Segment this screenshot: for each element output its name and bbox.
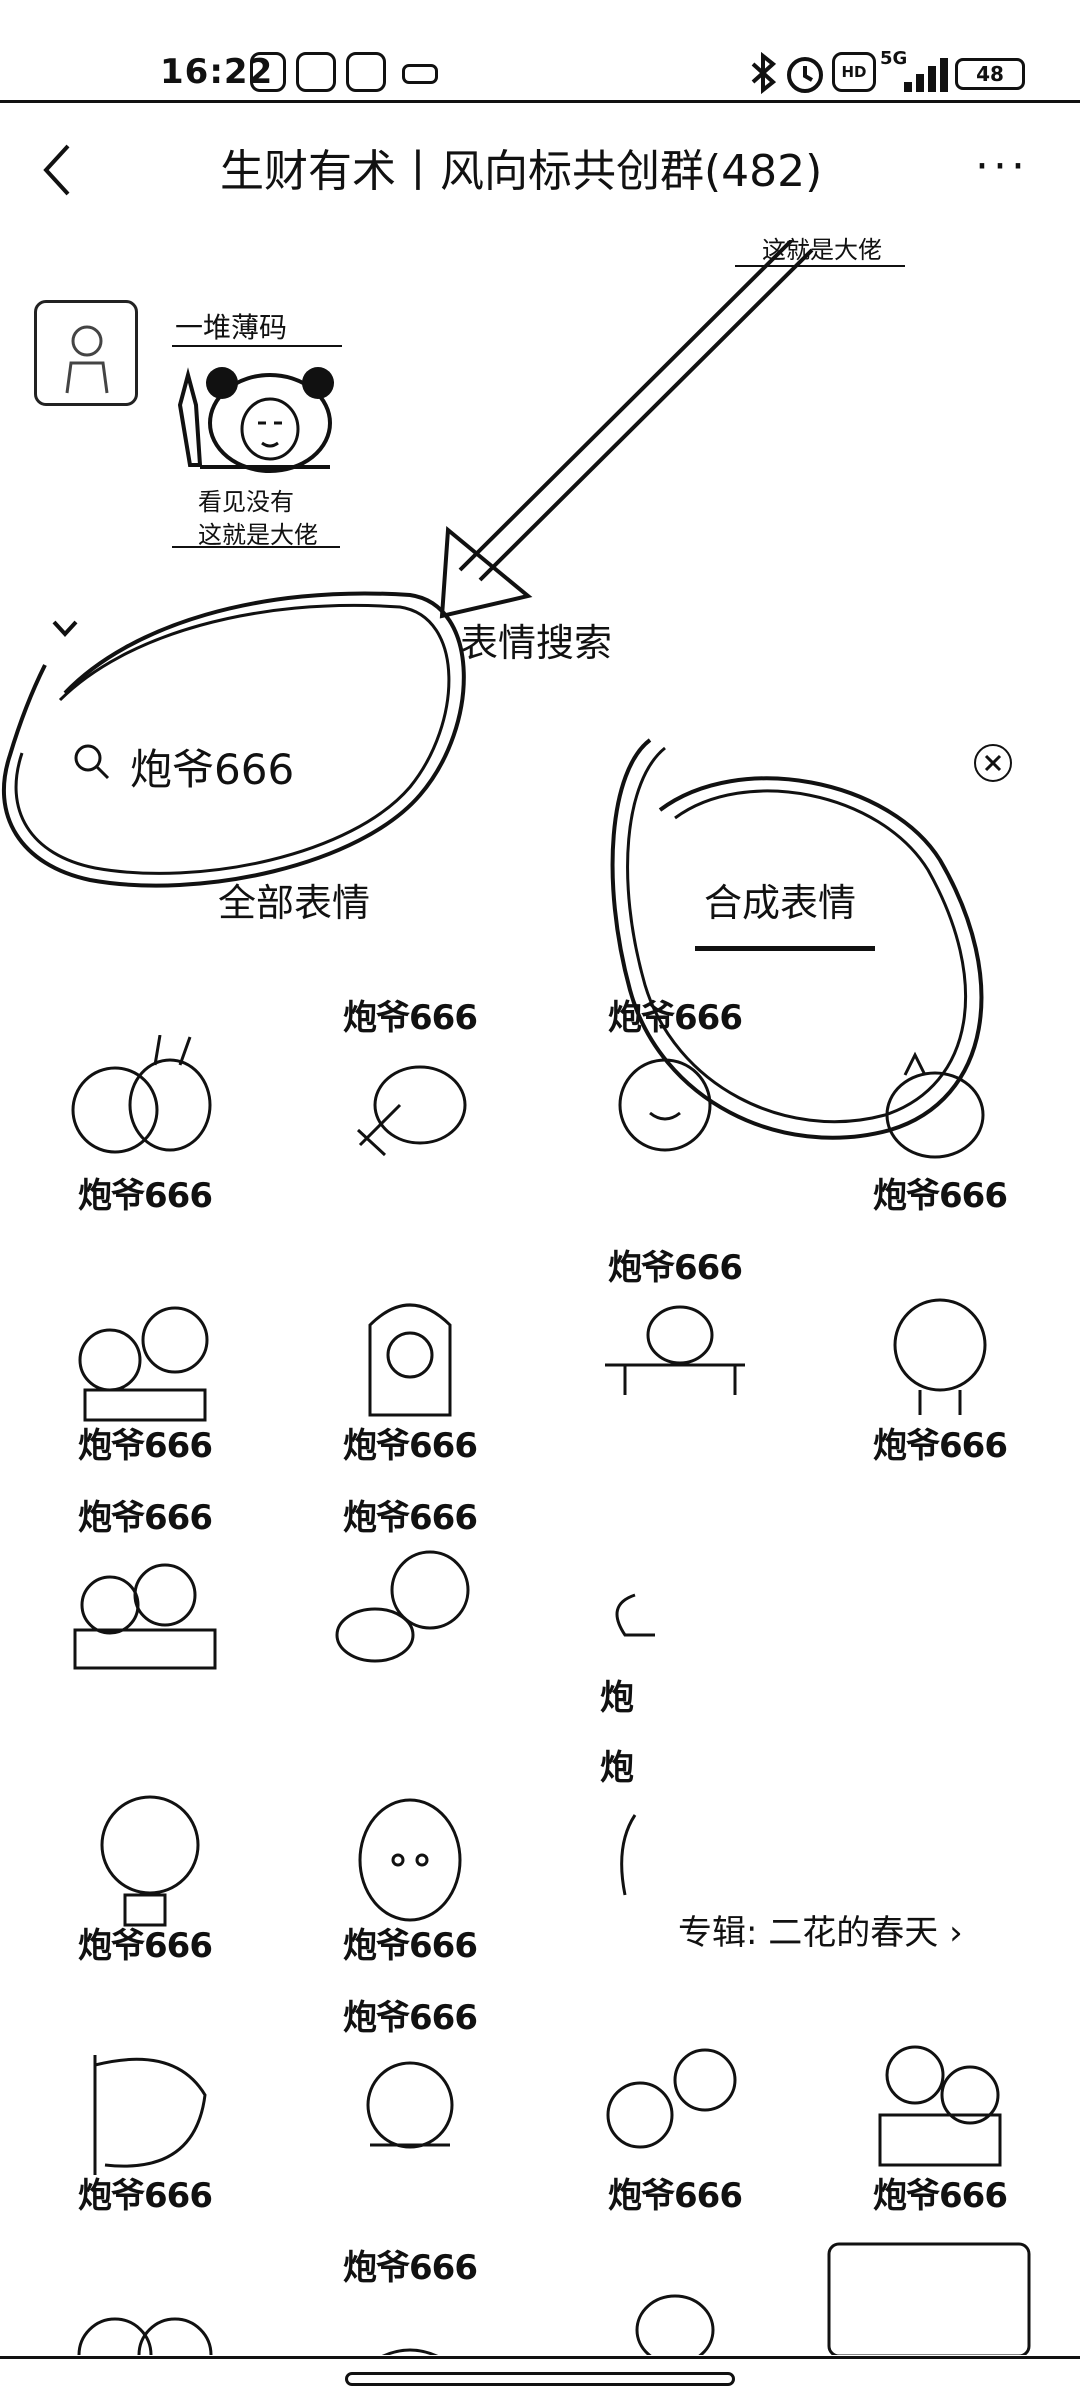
sticker-grid: 炮爷666 炮爷666 炮爷666 炮爷666 炮爷666 炮爷666 炮爷66…	[0, 990, 1080, 2355]
sticker-11[interactable]: 炮	[560, 1490, 790, 1720]
sticker-16-caption: 炮爷666	[343, 1998, 478, 2038]
sticker-1[interactable]: 炮爷666	[30, 990, 260, 1220]
sticker-22[interactable]	[825, 2240, 1055, 2355]
sticker-7-caption: 炮爷666	[608, 1248, 743, 1288]
search-icon	[74, 744, 110, 780]
sticker-10-caption: 炮爷666	[343, 1498, 478, 1538]
sticker-17-caption: 炮爷666	[608, 2176, 743, 2216]
caption-underline	[172, 546, 340, 548]
sticker-8-caption: 炮爷666	[873, 1426, 1008, 1466]
sticker-12-caption: 炮爷666	[78, 1926, 213, 1966]
sticker-13-caption: 炮爷666	[343, 1926, 478, 1966]
sticker-4[interactable]: 炮爷666	[825, 990, 1055, 1220]
sticker-7[interactable]: 炮爷666	[560, 1240, 790, 1470]
sticker-2-caption: 炮爷666	[343, 998, 478, 1038]
sticker-21[interactable]	[560, 2240, 790, 2355]
sticker-12[interactable]: 炮爷666	[30, 1740, 260, 1970]
notification-icon	[250, 52, 286, 92]
clear-search-icon[interactable]	[972, 742, 1014, 784]
chat-title: 生财有术丨风向标共创群(482)	[220, 146, 823, 197]
panel-title: 表情搜索	[460, 621, 613, 665]
sticker-5-caption: 炮爷666	[78, 1426, 213, 1466]
app-notification-icon	[296, 52, 336, 92]
sticker-18[interactable]: 炮爷666	[825, 1990, 1055, 2220]
message-notification-icon	[346, 52, 386, 92]
sticker-18-caption: 炮爷666	[873, 2176, 1008, 2216]
sticker-19[interactable]	[30, 2240, 260, 2355]
home-indicator[interactable]	[345, 2372, 735, 2386]
alarm-icon	[787, 57, 823, 93]
status-divider	[0, 100, 1080, 103]
sticker-6[interactable]: 炮爷666	[295, 1240, 525, 1470]
avatar[interactable]	[34, 300, 138, 406]
sticker-17[interactable]: 炮爷666	[560, 1990, 790, 2220]
tab-all-stickers[interactable]: 全部表情	[218, 872, 370, 927]
sticker-5[interactable]: 炮爷666	[30, 1240, 260, 1470]
sticker-20[interactable]: 炮爷666	[295, 2240, 525, 2355]
search-input[interactable]: 炮爷666	[130, 736, 294, 797]
sticker-4-caption: 炮爷666	[873, 1176, 1008, 1216]
bottom-divider	[0, 2356, 1080, 2359]
sticker-16[interactable]: 炮爷666	[295, 1990, 525, 2220]
sticker-6-caption: 炮爷666	[343, 1426, 478, 1466]
sticker-20-caption: 炮爷666	[343, 2248, 478, 2288]
status-bar: 16:22 HD 5G 48	[0, 0, 1080, 100]
hd-icon: HD	[832, 52, 876, 92]
chevron-right-icon: ›	[949, 1913, 963, 1953]
sticker-13[interactable]: 炮爷666	[295, 1740, 525, 1970]
sender-underline	[172, 345, 342, 347]
sticker-2[interactable]: 炮爷666	[295, 990, 525, 1220]
meme-caption-line2: 这就是大佬	[198, 521, 318, 549]
sticker-3-caption: 炮爷666	[608, 998, 743, 1038]
signal-icon	[904, 58, 948, 92]
tab-synthesized-stickers[interactable]: 合成表情	[704, 872, 856, 927]
sticker-15-caption: 炮爷666	[78, 2176, 213, 2216]
sticker-9[interactable]: 炮爷666	[30, 1490, 260, 1720]
meme-sticker[interactable]	[170, 355, 340, 480]
collapse-chevron-icon[interactable]	[50, 618, 80, 640]
sticker-9-caption: 炮爷666	[78, 1498, 213, 1538]
sticker-15[interactable]: 炮爷666	[30, 1990, 260, 2220]
more-options-icon[interactable]: ···	[975, 145, 1029, 189]
back-icon[interactable]	[38, 140, 78, 200]
annotation-arrow	[439, 240, 814, 619]
meme-caption-line1: 看见没有	[198, 488, 294, 516]
bluetooth-icon	[751, 52, 777, 94]
dots-icon	[402, 64, 438, 84]
sticker-1-caption: 炮爷666	[78, 1176, 213, 1216]
sticker-10[interactable]: 炮爷666	[295, 1490, 525, 1720]
sticker-3[interactable]: 炮爷666	[560, 990, 790, 1220]
sticker-11-caption: 炮	[600, 1678, 634, 1718]
sticker-14-caption: 炮	[600, 1748, 634, 1788]
sender-name: 一堆薄码	[175, 311, 288, 344]
album-link[interactable]: 专辑: 二花的春天 ›	[678, 1905, 963, 1954]
battery-icon: 48	[955, 58, 1025, 90]
sticker-8[interactable]: 炮爷666	[825, 1240, 1055, 1470]
active-tab-indicator	[695, 946, 875, 951]
album-link-label: 专辑: 二花的春天	[678, 1913, 939, 1953]
